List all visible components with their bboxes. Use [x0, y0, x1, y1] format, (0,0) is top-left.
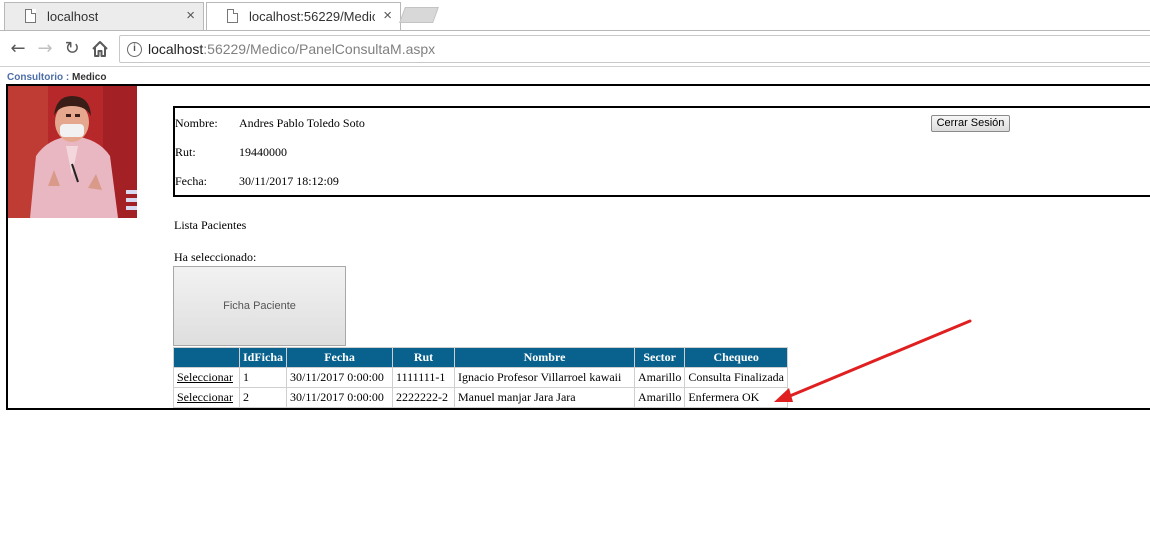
fecha-label: Fecha:	[175, 174, 207, 188]
tab-title: localhost:56229/Medico/	[249, 9, 375, 24]
ficha-paciente-button[interactable]: Ficha Paciente	[173, 266, 346, 346]
fecha-row: Fecha: 30/11/2017 18:12:09	[175, 174, 575, 188]
document-icon	[227, 9, 238, 23]
close-icon[interactable]: ×	[383, 7, 392, 24]
select-cell: Seleccionar	[173, 367, 240, 388]
doctor-photo	[8, 86, 137, 218]
idficha-cell: 2	[238, 387, 288, 408]
close-icon[interactable]: ×	[186, 7, 195, 24]
column-header-idficha: IdFicha	[238, 347, 288, 368]
fecha-cell: 30/11/2017 0:00:00	[286, 367, 394, 388]
idficha-cell: 1	[238, 367, 288, 388]
info-icon[interactable]: i	[127, 42, 142, 57]
url-text: localhost:56229/Medico/PanelConsultaM.as…	[148, 41, 435, 57]
sector-cell: Amarillo	[634, 367, 686, 388]
browser-tab-localhost[interactable]: localhost ×	[4, 2, 204, 30]
rut-cell: 2222222-2	[392, 387, 456, 408]
back-arrow-icon[interactable]: ←	[5, 36, 31, 62]
reload-icon[interactable]: ↻	[59, 36, 85, 62]
patients-table: IdFicha Fecha Rut Nombre Sector Chequeo …	[173, 347, 788, 408]
column-header-fecha: Fecha	[286, 347, 394, 368]
rut-value: 19440000	[239, 145, 287, 159]
nombre-cell: Manuel manjar Jara Jara	[454, 387, 636, 408]
nombre-value: Andres Pablo Toledo Soto	[239, 116, 365, 130]
table-header-row: IdFicha Fecha Rut Nombre Sector Chequeo	[173, 347, 788, 368]
nombre-cell: Ignacio Profesor Villarroel kawaii	[454, 367, 636, 388]
select-link[interactable]: Seleccionar	[177, 390, 233, 404]
select-link[interactable]: Seleccionar	[177, 370, 233, 384]
column-header-action	[173, 347, 240, 368]
breadcrumb-link-consultorio[interactable]: Consultorio	[7, 72, 63, 83]
rut-label: Rut:	[175, 145, 196, 159]
breadcrumb: Consultorio : Medico	[7, 72, 106, 83]
url-path: :56229/Medico/PanelConsultaM.aspx	[203, 41, 436, 57]
tab-title: localhost	[47, 9, 99, 24]
patient-list-title: Lista Pacientes	[174, 218, 247, 232]
new-tab-button[interactable]	[399, 7, 439, 23]
browser-tab-panel-consulta[interactable]: localhost:56229/Medico/ ×	[206, 2, 401, 30]
chequeo-cell: Enfermera OK	[684, 387, 788, 408]
rut-cell: 1111111-1	[392, 367, 456, 388]
nombre-row: Nombre: Andres Pablo Toledo Soto	[175, 116, 575, 130]
url-host: localhost	[148, 41, 204, 57]
fecha-value: 30/11/2017 18:12:09	[239, 174, 339, 188]
column-header-rut: Rut	[392, 347, 456, 368]
breadcrumb-separator: :	[63, 72, 72, 83]
column-header-nombre: Nombre	[454, 347, 636, 368]
address-bar[interactable]: i localhost:56229/Medico/PanelConsultaM.…	[119, 35, 1150, 63]
column-header-sector: Sector	[634, 347, 686, 368]
browser-toolbar: ← → ↻ i localhost:56229/Medico/PanelCons…	[0, 30, 1150, 67]
table-row: Seleccionar 1 30/11/2017 0:00:00 1111111…	[173, 367, 788, 388]
column-header-chequeo: Chequeo	[684, 347, 788, 368]
home-icon[interactable]	[87, 36, 113, 62]
fecha-cell: 30/11/2017 0:00:00	[286, 387, 394, 408]
document-icon	[25, 9, 36, 23]
rut-row: Rut: 19440000	[175, 145, 575, 159]
breadcrumb-current: Medico	[72, 72, 107, 83]
nombre-label: Nombre:	[175, 116, 218, 130]
logout-button[interactable]: Cerrar Sesión	[931, 115, 1010, 132]
chequeo-cell: Consulta Finalizada	[684, 367, 788, 388]
forward-arrow-icon[interactable]: →	[32, 36, 58, 62]
table-row: Seleccionar 2 30/11/2017 0:00:00 2222222…	[173, 387, 788, 408]
selected-label: Ha seleccionado:	[174, 250, 257, 264]
browser-tabstrip: localhost × localhost:56229/Medico/ ×	[0, 0, 1150, 31]
select-cell: Seleccionar	[173, 387, 240, 408]
sector-cell: Amarillo	[634, 387, 686, 408]
